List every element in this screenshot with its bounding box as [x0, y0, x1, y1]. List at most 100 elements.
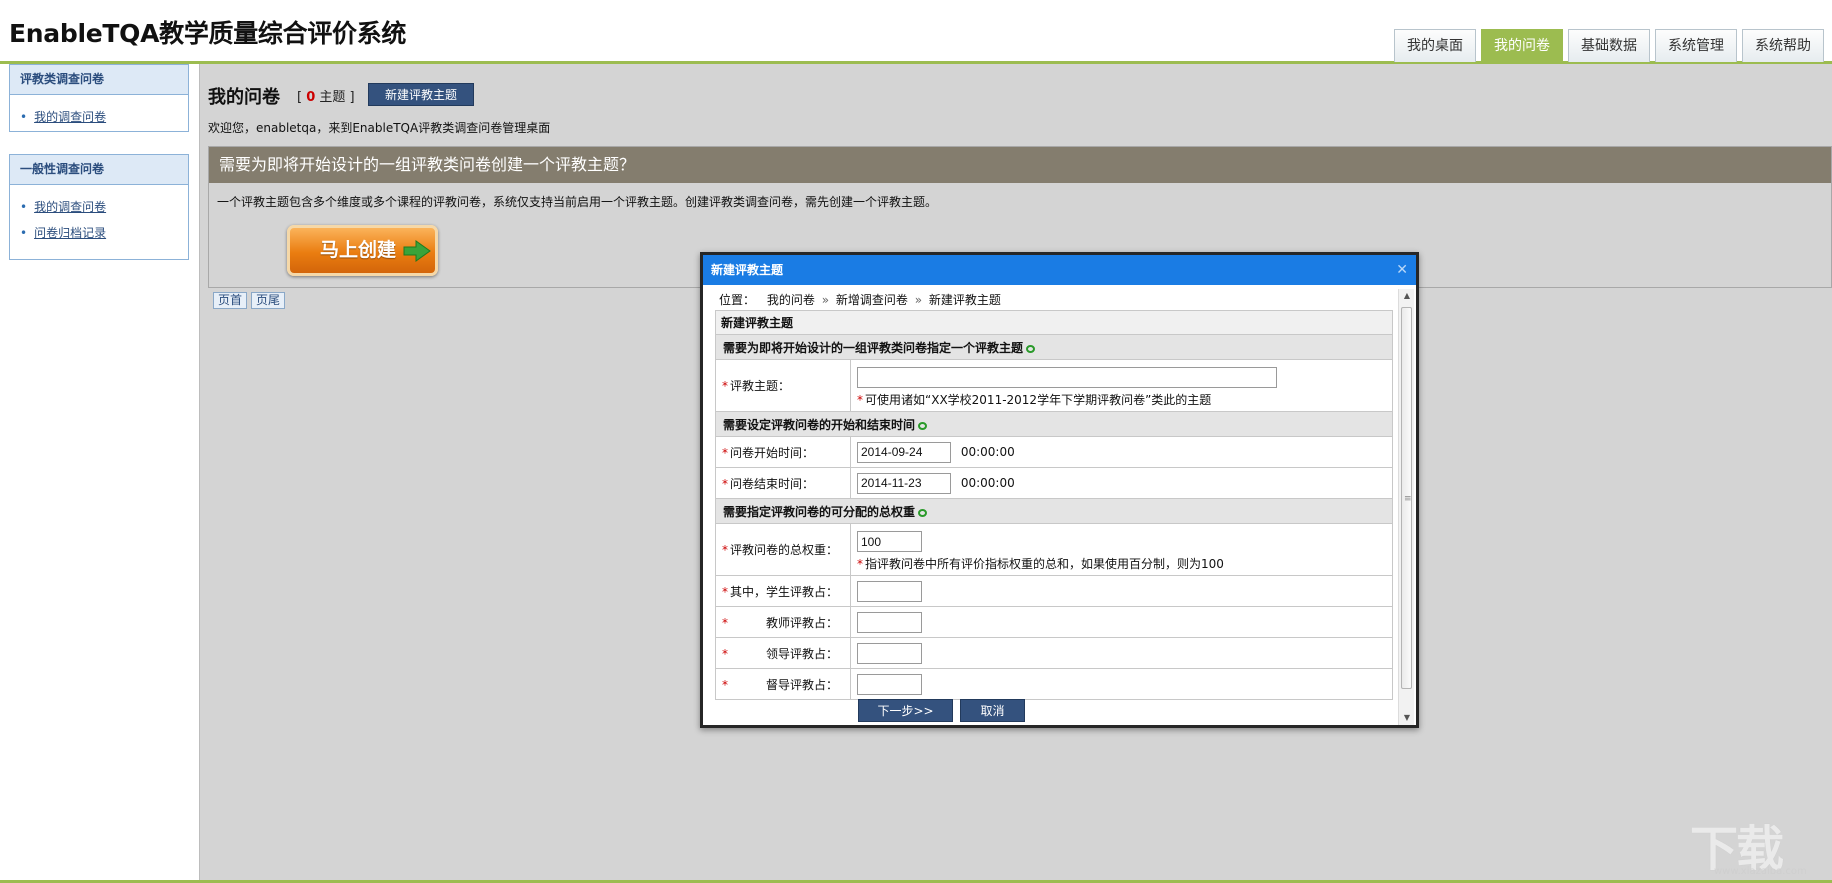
- section-row: 需要指定评教问卷的可分配的总权重: [715, 498, 1393, 524]
- topic-form: 新建评教主题 需要为即将开始设计的一组评教类问卷指定一个评教主题 * 评教主题： …: [715, 310, 1393, 700]
- sidebar-link-my-surveys[interactable]: 我的调查问卷: [34, 110, 106, 124]
- section-row: 需要为即将开始设计的一组评教类问卷指定一个评教主题: [715, 334, 1393, 360]
- dialog-actions: 下一步>> 取消: [858, 699, 1025, 722]
- app-title: EnableTQA教学质量综合评价系统: [9, 19, 407, 48]
- weight-row: *评教问卷的总权重： *指评教问卷中所有评价指标权重的总和，如果使用百分制，则为…: [715, 523, 1393, 576]
- start-time: 00:00:00: [960, 445, 1015, 459]
- info-bubble-icon[interactable]: [1026, 344, 1036, 353]
- dialog-scrollbar[interactable]: ▲ ≡ ▼: [1398, 289, 1414, 725]
- required-marker: *: [722, 584, 728, 599]
- total-weight-input[interactable]: [857, 531, 922, 552]
- welcome-text: 欢迎您，enabletqa，来到EnableTQA评教类调查问卷管理桌面: [208, 121, 551, 135]
- sidebar-group-list: 我的调查问卷 问卷归档记录: [10, 185, 188, 254]
- sidebar-item: 我的调查问卷: [20, 104, 188, 130]
- last-page-button[interactable]: 页尾: [251, 292, 286, 309]
- topic-count: [ 0 主题 ]: [297, 86, 355, 105]
- end-row: *问卷结束时间： 00:00:00: [715, 467, 1393, 499]
- leader-row: * 领导评教占：: [715, 637, 1393, 669]
- topic-hint: * 可使用诸如“XX学校2011-2012学年下学期评教问卷”类此的主题: [857, 391, 1392, 408]
- topic-row: * 评教主题： * 可使用诸如“XX学校2011-2012学年下学期评教问卷”类此的…: [715, 359, 1393, 412]
- tab-basic-data[interactable]: 基础数据: [1568, 29, 1650, 62]
- topic-label-cell: * 评教主题：: [715, 359, 851, 412]
- scroll-down-icon[interactable]: ▼: [1399, 711, 1415, 725]
- dialog-titlebar: 新建评教主题 ✕: [703, 255, 1416, 285]
- leader-weight-input[interactable]: [857, 642, 922, 664]
- topic-value-cell: * 可使用诸如“XX学校2011-2012学年下学期评教问卷”类此的主题: [850, 359, 1393, 412]
- start-row: *问卷开始时间： 00:00:00: [715, 436, 1393, 468]
- student-label-cell: * 其中，学生评教占：: [715, 575, 851, 607]
- teacher-row: * 教师评教占：: [715, 606, 1393, 638]
- topic-label: 评教主题：: [730, 379, 791, 393]
- required-marker: *: [722, 677, 728, 692]
- sidebar-item: 问卷归档记录: [20, 220, 188, 246]
- info-bubble-icon[interactable]: [918, 508, 928, 517]
- start-value-cell: 00:00:00: [850, 436, 1393, 468]
- next-button[interactable]: 下一步>>: [858, 699, 953, 722]
- required-marker: *: [722, 646, 728, 661]
- supervisor-label-cell: * 督导评教占：: [715, 668, 851, 700]
- start-label: 问卷开始时间：: [730, 445, 815, 460]
- student-label: 其中，学生评教占：: [730, 584, 839, 599]
- tab-system-help[interactable]: 系统帮助: [1742, 29, 1824, 62]
- panel-heading: 需要为即将开始设计的一组评教类问卷创建一个评教主题？: [209, 147, 1831, 183]
- breadcrumb-item: 我的问卷: [766, 293, 815, 307]
- form-title-row: 新建评教主题: [715, 310, 1393, 335]
- section-weight: 需要指定评教问卷的可分配的总权重: [715, 498, 1393, 524]
- create-now-button[interactable]: 马上创建: [287, 225, 438, 276]
- required-marker: *: [722, 445, 728, 460]
- topic-count-value: 0: [306, 90, 316, 105]
- sidebar-item: 我的调查问卷: [20, 194, 188, 220]
- cancel-button[interactable]: 取消: [960, 699, 1025, 722]
- grip-icon: ≡: [1404, 494, 1412, 504]
- topic-count-open: [: [297, 90, 303, 105]
- student-value-cell: [850, 575, 1393, 607]
- required-marker: *: [857, 393, 863, 407]
- sidebar-group-title: 一般性调查问卷: [10, 155, 188, 185]
- breadcrumb-prefix: 位置：: [719, 293, 756, 307]
- leader-label: 领导评教占：: [766, 646, 839, 661]
- pager: 页首 页尾: [213, 292, 286, 309]
- form-title: 新建评教主题: [715, 310, 1393, 335]
- topic-input[interactable]: [857, 367, 1277, 388]
- required-marker: *: [722, 379, 728, 393]
- close-icon[interactable]: ✕: [1396, 255, 1408, 285]
- section-time-label: 需要设定评教问卷的开始和结束时间: [723, 417, 916, 432]
- weight-label: 评教问卷的总权重：: [730, 543, 839, 557]
- supervisor-value-cell: [850, 668, 1393, 700]
- teacher-weight-input[interactable]: [857, 611, 922, 633]
- page-title: 我的问卷: [208, 87, 280, 108]
- scrollbar-thumb[interactable]: ≡: [1401, 307, 1412, 689]
- section-time: 需要设定评教问卷的开始和结束时间: [715, 411, 1393, 437]
- sidebar-link-archive[interactable]: 问卷归档记录: [34, 226, 106, 240]
- topic-count-close: 主题 ]: [319, 90, 355, 105]
- panel-description: 一个评教主题包含多个维度或多个课程的评教问卷，系统仅支持当前启用一个评教主题。创…: [217, 195, 938, 209]
- first-page-button[interactable]: 页首: [213, 292, 248, 309]
- teacher-label: 教师评教占：: [766, 615, 839, 630]
- start-date-input[interactable]: [857, 441, 951, 463]
- leader-label-cell: * 领导评教占：: [715, 637, 851, 669]
- sidebar-group-evaluation: 评教类调查问卷 我的调查问卷: [9, 64, 189, 132]
- tab-my-desktop[interactable]: 我的桌面: [1394, 29, 1476, 62]
- tab-system-management[interactable]: 系统管理: [1655, 29, 1737, 62]
- topic-hint-text: 可使用诸如“XX学校2011-2012学年下学期评教问卷”类此的主题: [865, 393, 1212, 407]
- section-row: 需要设定评教问卷的开始和结束时间: [715, 411, 1393, 437]
- dialog-body: 位置： 我的问卷 » 新增调查问卷 » 新建评教主题 新建评教主题 需要为即将开…: [709, 289, 1395, 725]
- info-bubble-icon[interactable]: [918, 421, 928, 430]
- student-weight-input[interactable]: [857, 580, 922, 602]
- end-date-input[interactable]: [857, 472, 951, 494]
- student-row: * 其中，学生评教占：: [715, 575, 1393, 607]
- tab-my-questionnaires[interactable]: 我的问卷: [1481, 29, 1563, 62]
- breadcrumb-separator: »: [914, 293, 923, 307]
- new-topic-button[interactable]: 新建评教主题: [368, 83, 474, 106]
- sidebar-group-title: 评教类调查问卷: [10, 65, 188, 95]
- required-marker: *: [722, 543, 728, 557]
- sidebar-link-my-surveys[interactable]: 我的调查问卷: [34, 200, 106, 214]
- new-topic-dialog: 新建评教主题 ✕ 位置： 我的问卷 » 新增调查问卷 » 新建评教主题 新建评教…: [700, 252, 1419, 728]
- supervisor-weight-input[interactable]: [857, 673, 922, 695]
- scroll-up-icon[interactable]: ▲: [1399, 289, 1415, 303]
- watermark-url: www.xiazaiba.com: [1714, 866, 1807, 877]
- breadcrumb-item: 新建评教主题: [928, 293, 1001, 307]
- teacher-value-cell: [850, 606, 1393, 638]
- section-topic: 需要为即将开始设计的一组评教类问卷指定一个评教主题: [715, 334, 1393, 360]
- teacher-label-cell: * 教师评教占：: [715, 606, 851, 638]
